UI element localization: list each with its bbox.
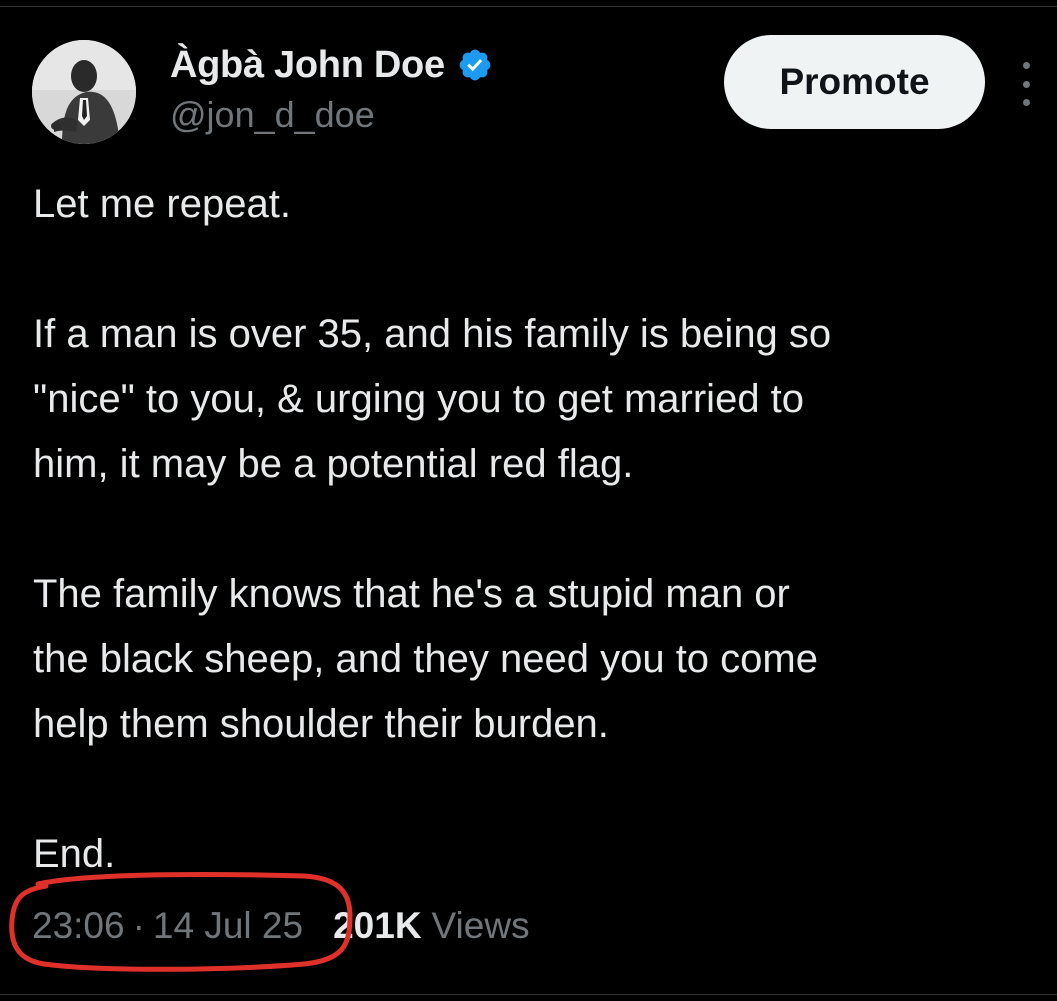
tweet-text: Let me repeat. If a man is over 35, and … <box>33 172 1048 887</box>
verified-badge-icon <box>457 47 493 83</box>
tweet-line-break <box>33 237 1048 302</box>
top-divider <box>0 6 1057 7</box>
tweet-time[interactable]: 23:06 <box>32 905 125 947</box>
tweet-line-break <box>33 757 1048 822</box>
author-handle[interactable]: @jon_d_doe <box>170 94 375 136</box>
tweet-line: the black sheep, and they need you to co… <box>33 637 818 681</box>
avatar-photo <box>32 40 136 144</box>
avatar[interactable] <box>32 40 136 144</box>
meta-separator: · <box>132 905 145 946</box>
tweet-line: him, it may be a potential red flag. <box>33 442 634 486</box>
author-display-name[interactable]: Àgbà John Doe <box>170 44 445 87</box>
tweet-line-break <box>33 497 1048 562</box>
views-count[interactable]: 201K <box>333 905 421 947</box>
author-name-row: Àgbà John Doe <box>170 40 493 90</box>
more-vertical-icon[interactable] <box>1012 62 1040 106</box>
views-label: Views <box>431 905 530 946</box>
tweet-line: If a man is over 35, and his family is b… <box>33 312 832 356</box>
promote-button[interactable]: Promote <box>724 35 985 129</box>
tweet-line: help them shoulder their burden. <box>33 702 609 746</box>
more-dot <box>1022 80 1030 88</box>
more-dot <box>1022 62 1030 69</box>
tweet-line: End. <box>33 832 116 876</box>
tweet-line: The family knows that he's a stupid man … <box>33 572 790 616</box>
tweet-date[interactable]: 14 Jul 25 <box>153 905 303 947</box>
more-dot <box>1022 99 1030 106</box>
tweet-line: Let me repeat. <box>33 182 291 226</box>
tweet-meta: 23:06 · 14 Jul 25 201K Views <box>32 898 530 954</box>
tweet-line: "nice" to you, & urging you to get marri… <box>33 377 805 421</box>
bottom-divider <box>0 994 1057 995</box>
